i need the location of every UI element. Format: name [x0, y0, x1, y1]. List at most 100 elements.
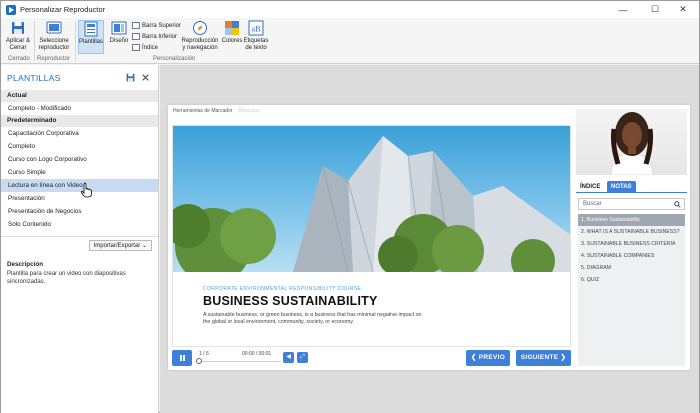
- layout-label: Diseño: [109, 38, 129, 44]
- slide-text: A sustainable business, or green busines…: [203, 312, 422, 325]
- description-text: Plantilla para crear un video con diapos…: [7, 271, 126, 285]
- section-predeterminado: Predeterminado: [1, 115, 158, 127]
- compass-icon: [193, 21, 207, 35]
- template-item-label: Lectura en línea con Video: [8, 182, 83, 189]
- text-labels-icon: aB: [248, 20, 264, 36]
- tab-resources[interactable]: Recursos: [238, 108, 259, 114]
- apply-close-button[interactable]: Aplicar & Cerrar: [5, 20, 31, 52]
- hand-cursor-icon: [81, 182, 92, 198]
- layout-button[interactable]: Diseño: [108, 20, 130, 45]
- text-labels-label: Etiquetas de texto: [243, 38, 269, 51]
- template-item[interactable]: Curso con Logo Corporativo: [1, 153, 158, 166]
- pause-button[interactable]: [172, 350, 192, 366]
- timeline-track[interactable]: [198, 361, 281, 362]
- preview-stage: Herramientas de Marcador Recursos CORPOR…: [160, 65, 699, 413]
- colors-label: Colores: [221, 38, 243, 44]
- bottom-bar-checkbox[interactable]: Barra Inferior: [132, 33, 177, 40]
- time-display: 00:00 / 00:01: [242, 351, 272, 357]
- slide-building-photo: [173, 126, 570, 284]
- ribbon-divider: [34, 21, 35, 61]
- index-label: Índice: [142, 44, 159, 51]
- toc-item[interactable]: 5. DIAGRAM: [578, 262, 685, 274]
- minimize-button[interactable]: —: [607, 1, 639, 18]
- group-label-cerrado: Cerrado: [8, 56, 30, 62]
- toc-item[interactable]: 3. SUSTAINABLE BUSINESS CRITERIA: [578, 238, 685, 250]
- player-controls: 1 / 6 00:00 / 00:01 ◀ ⤢ ❮ PREVIO SIGUIEN…: [172, 350, 571, 366]
- next-button[interactable]: SIGUIENTE ❯: [516, 350, 571, 366]
- fullscreen-icon: ⤢: [300, 354, 305, 360]
- customize-player-window: Personalizar Reproductor — ☐ ✕ Aplicar &…: [0, 0, 700, 413]
- slide-caption: CORPORATE ENVIRONMENTAL RESPONSIBILITY C…: [203, 286, 423, 326]
- apply-close-label: Aplicar & Cerrar: [5, 38, 30, 51]
- building-illustration: [173, 136, 570, 284]
- template-current[interactable]: Completo - Modificado: [1, 102, 158, 115]
- presenter-video: [576, 109, 687, 175]
- group-label-reproductor: Reproductor: [37, 56, 71, 62]
- player-preview: Herramientas de Marcador Recursos CORPOR…: [168, 105, 690, 370]
- templates-icon: [84, 21, 98, 37]
- colors-icon: [225, 21, 239, 35]
- colors-button[interactable]: Colores: [221, 20, 243, 45]
- select-player-label: Seleccione reproductor: [38, 38, 70, 51]
- presenter-illustration: [610, 112, 654, 175]
- import-export-button[interactable]: Importar/Exportar ⌄: [88, 240, 152, 251]
- description-title: Descripción: [7, 261, 44, 268]
- slide-counter: 1 / 6: [199, 351, 209, 357]
- save-icon: [12, 22, 24, 34]
- playback-navigation-button[interactable]: Reproducción y navegación: [181, 20, 219, 52]
- timeline-handle[interactable]: [196, 358, 202, 364]
- player-sidebar: ÍNDICE NOTAS Buscar 1. Business Sustaina…: [576, 109, 687, 366]
- select-player-button[interactable]: Seleccione reproductor: [37, 20, 71, 52]
- search-icon: [674, 201, 681, 208]
- prev-button[interactable]: ❮ PREVIO: [466, 350, 510, 366]
- volume-button[interactable]: ◀: [283, 352, 294, 363]
- delete-template-icon[interactable]: [141, 73, 150, 82]
- index-checkbox[interactable]: Índice: [132, 44, 158, 51]
- index-icon: [132, 44, 140, 51]
- toc-search-input[interactable]: Buscar: [578, 198, 685, 210]
- ribbon-divider: [75, 21, 76, 61]
- tab-marker-tools[interactable]: Herramientas de Marcador: [173, 108, 232, 114]
- svg-text:aB: aB: [252, 25, 261, 34]
- import-export-label: Importar/Exportar: [93, 243, 141, 249]
- template-item[interactable]: Solo Contenido: [1, 218, 158, 231]
- tab-notes[interactable]: NOTAS: [607, 181, 636, 193]
- title-bar: Personalizar Reproductor — ☐ ✕: [1, 1, 699, 18]
- template-item[interactable]: Completo: [1, 140, 158, 153]
- text-labels-button[interactable]: aB Etiquetas de texto: [243, 20, 269, 52]
- chevron-down-icon: ⌄: [141, 243, 147, 249]
- top-bar-checkbox[interactable]: Barra Superior: [132, 22, 181, 29]
- template-item[interactable]: Presentación de Negocios: [1, 205, 158, 218]
- toc-item[interactable]: 4. SUSTAINABLE COMPANIES: [578, 250, 685, 262]
- toc-item-selected[interactable]: 1. Business Sustainability: [578, 214, 685, 226]
- app-icon: [6, 4, 16, 15]
- sidebar-tabs: ÍNDICE NOTAS: [576, 181, 687, 193]
- player-top-tabs: Herramientas de Marcador Recursos: [173, 108, 260, 114]
- templates-panel: PLANTILLAS Actual Completo - Modificado …: [1, 65, 159, 413]
- template-item-selected[interactable]: Lectura en línea con Video: [1, 179, 158, 198]
- toc-list: 1. Business Sustainability 2. WHAT IS A …: [578, 214, 685, 366]
- templates-label: Plantillas: [79, 39, 104, 45]
- toc-item[interactable]: 2. WHAT IS A SUSTAINABLE BUSINESS?: [578, 226, 685, 238]
- template-item[interactable]: Curso Simple: [1, 166, 158, 179]
- player-icon: [46, 21, 62, 34]
- playback-navigation-label: Reproducción y navegación: [181, 38, 219, 51]
- top-bar-label: Barra Superior: [142, 22, 182, 29]
- tab-index[interactable]: ÍNDICE: [576, 181, 604, 193]
- close-button[interactable]: ✕: [667, 1, 699, 18]
- group-label-personalizacion: Personalización: [153, 56, 196, 62]
- templates-button[interactable]: Plantillas: [78, 20, 104, 54]
- slide-subtitle: CORPORATE ENVIRONMENTAL RESPONSIBILITY C…: [203, 286, 362, 292]
- template-item[interactable]: Presentación: [1, 192, 158, 205]
- ribbon: Aplicar & Cerrar Cerrado Seleccione repr…: [1, 18, 699, 64]
- divider: [1, 236, 158, 237]
- slide: CORPORATE ENVIRONMENTAL RESPONSIBILITY C…: [172, 125, 571, 347]
- bottom-bar-icon: [132, 33, 140, 40]
- slide-title: BUSINESS SUSTAINABILITY: [203, 294, 378, 308]
- toc-item[interactable]: 6. QUIZ: [578, 274, 685, 286]
- fullscreen-button[interactable]: ⤢: [297, 352, 308, 363]
- template-item[interactable]: Capacitación Corporativa: [1, 127, 158, 140]
- window-title: Personalizar Reproductor: [20, 5, 106, 14]
- save-template-icon[interactable]: [126, 73, 135, 82]
- section-actual: Actual: [1, 90, 158, 102]
